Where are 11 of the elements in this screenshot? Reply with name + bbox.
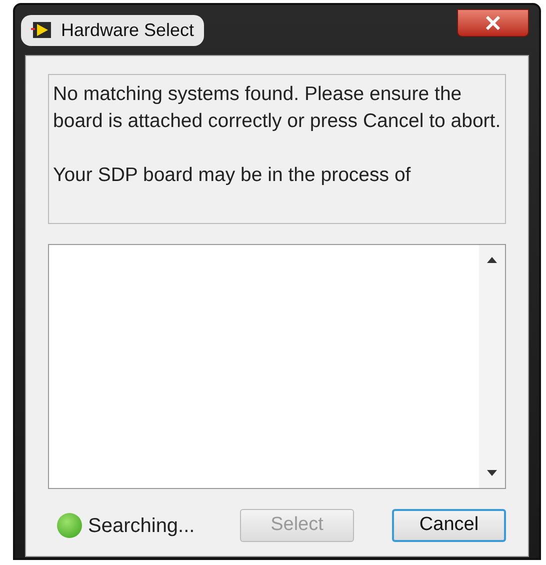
scroll-down-icon[interactable]: [487, 470, 497, 476]
message-text: Your SDP board may be in the process of: [53, 163, 412, 188]
message-text: No matching systems found. Please ensure the board is attached correctly or press Cancel to abort.: [53, 82, 501, 134]
scroll-up-icon[interactable]: [487, 257, 497, 263]
app-logo-icon: [31, 21, 53, 39]
close-button[interactable]: [457, 9, 529, 37]
close-icon: [485, 16, 501, 30]
scrollbar[interactable]: [479, 245, 505, 488]
status-text: Searching...: [88, 514, 195, 538]
window-title: Hardware Select: [61, 18, 194, 42]
dialog-button[interactable]: Cancel: [392, 509, 506, 542]
